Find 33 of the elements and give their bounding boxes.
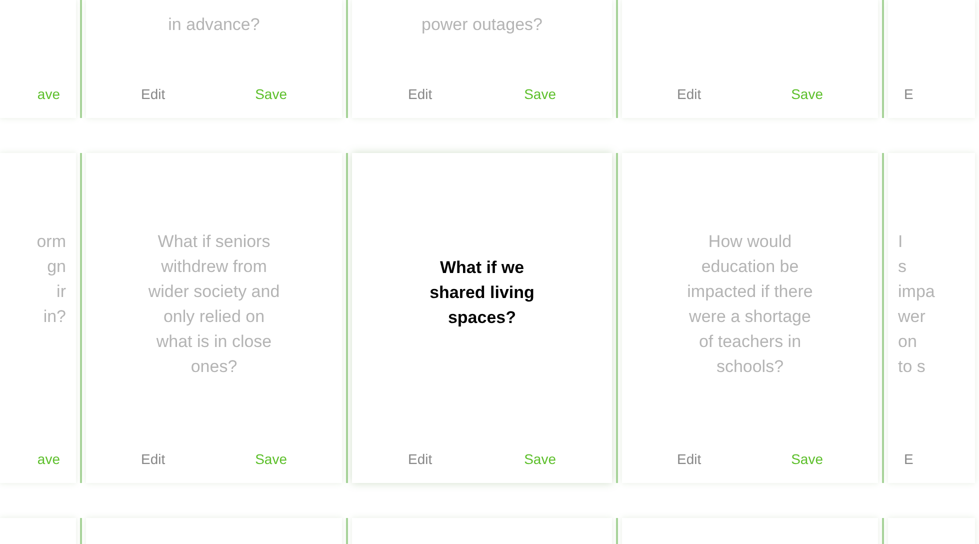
edit-button[interactable]: Edit [402,84,438,104]
save-button[interactable]: Save [785,449,829,469]
edit-button[interactable]: Edit [134,84,172,104]
edit-button[interactable]: E [898,84,920,104]
question-text: in advance? [167,14,261,36]
idea-card[interactable]: ave [0,0,76,118]
idea-card[interactable]: orm gn ir in? ave [0,153,76,483]
save-button[interactable]: Save [249,449,293,469]
question-text: orm gn ir in? [36,231,66,328]
idea-card[interactable]: What if we shared living spaces? Edit Save [352,153,612,483]
save-button[interactable]: Save [518,84,562,104]
save-button[interactable]: ave [31,84,66,104]
idea-card[interactable]: Edit Save [622,0,878,118]
idea-card[interactable]: I s impa wer on to s E [888,153,975,483]
save-button[interactable]: ave [31,449,66,469]
save-button[interactable]: Save [785,84,829,104]
question-text: What if we shared living spaces? [428,257,536,329]
save-button[interactable]: Save [249,84,293,104]
edit-button[interactable]: Edit [402,449,438,469]
save-button[interactable]: Save [518,449,562,469]
edit-button[interactable]: E [898,449,920,469]
edit-button[interactable]: Edit [134,449,172,469]
question-text: power outages? [420,14,544,36]
question-text: How would education be impacted if there were a shortage of teachers in schools? [686,231,814,378]
idea-card[interactable]: How would education be impacted if there were a shortage of teachers in schools? Edit Save [622,153,878,483]
idea-card[interactable]: E [888,0,975,118]
idea-card[interactable]: in advance? Edit Save [86,0,342,118]
question-text: I s impa wer on to s [898,231,936,378]
question-text: What if seniors withdrew from wider society and only relied on what is in close ones? [147,231,281,378]
idea-card[interactable]: What if seniors withdrew from wider society and only relied on what is in close ones? Edit Save [86,153,342,483]
edit-button[interactable]: Edit [670,449,708,469]
edit-button[interactable]: Edit [670,84,708,104]
idea-card[interactable]: power outages? Edit Save [352,0,612,118]
